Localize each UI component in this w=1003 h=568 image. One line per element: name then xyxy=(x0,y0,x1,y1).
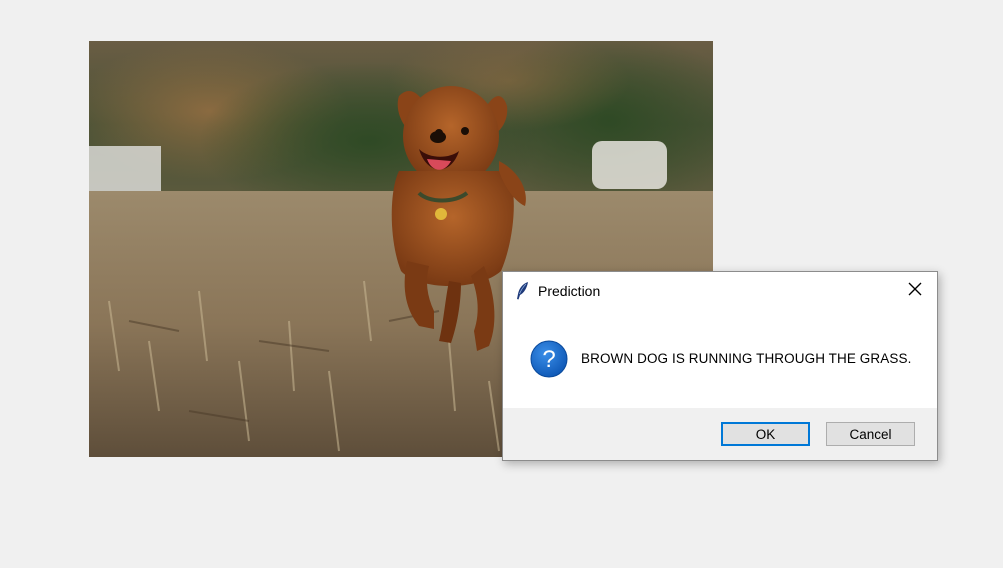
close-icon xyxy=(908,282,922,301)
dialog-button-bar: OK Cancel xyxy=(503,408,937,460)
close-button[interactable] xyxy=(893,272,937,310)
question-icon: ? xyxy=(530,340,568,378)
ok-button[interactable]: OK xyxy=(721,422,810,446)
cancel-button[interactable]: Cancel xyxy=(826,422,915,446)
dialog-titlebar[interactable]: Prediction xyxy=(503,272,937,310)
feather-icon xyxy=(515,281,531,301)
svg-text:?: ? xyxy=(542,346,555,373)
dialog-content: ? BROWN DOG IS RUNNING THROUGH THE GRASS… xyxy=(503,310,937,408)
prediction-dialog: Prediction ? BROWN DOG IS RUNNING THROUG… xyxy=(502,271,938,461)
dialog-message: BROWN DOG IS RUNNING THROUGH THE GRASS. xyxy=(581,351,912,366)
dialog-title: Prediction xyxy=(538,283,601,299)
